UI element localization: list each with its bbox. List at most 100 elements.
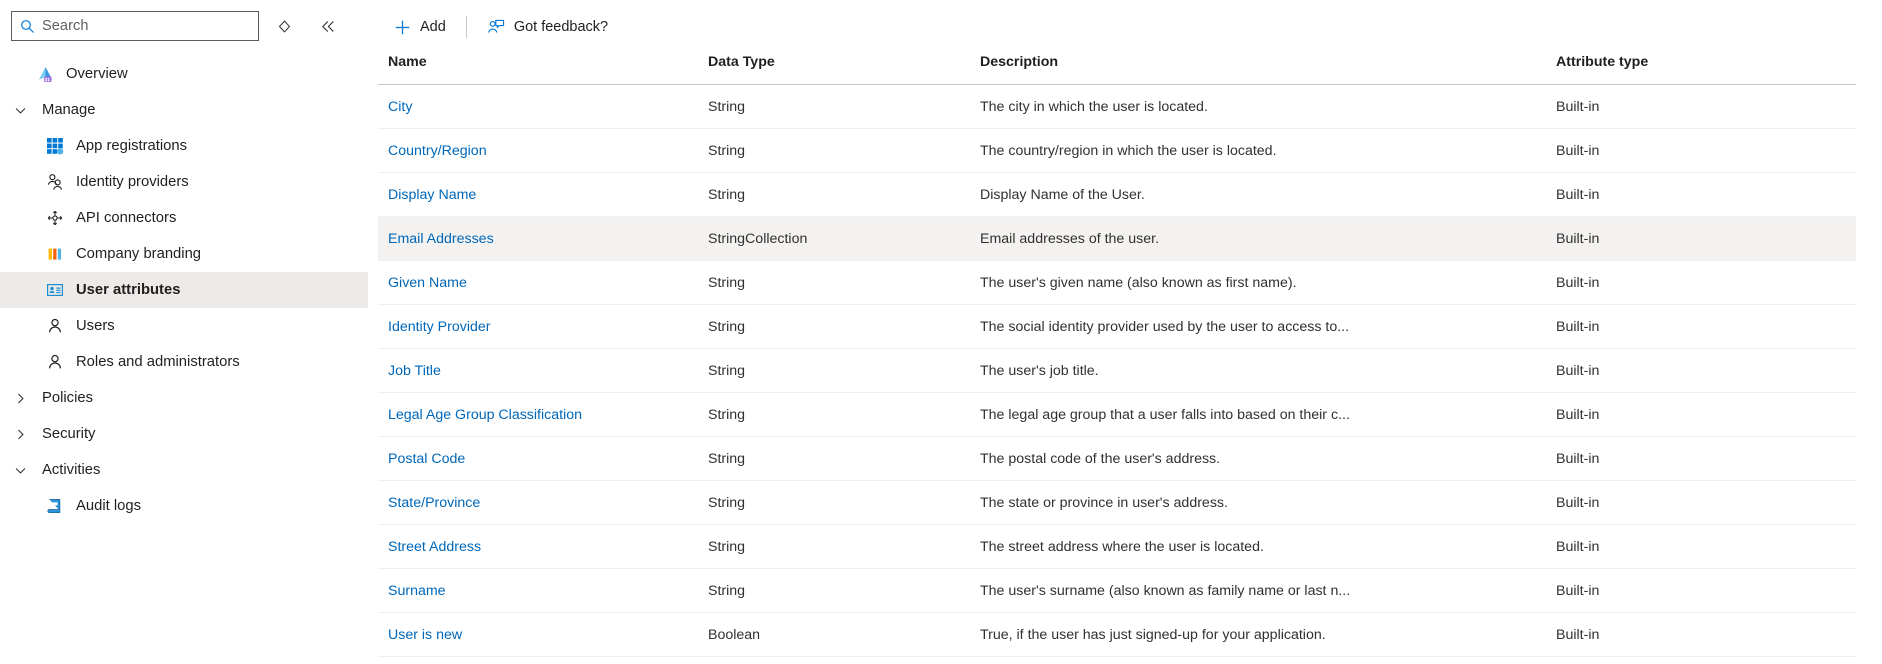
cell-name: Street Address — [378, 525, 708, 569]
attribute-name-link[interactable]: Street Address — [388, 539, 481, 555]
table-row[interactable]: User is new BooleanTrue, if the user has … — [378, 613, 1856, 657]
plus-icon — [394, 19, 411, 36]
sidebar-item-users[interactable]: Users — [0, 308, 368, 344]
column-header-description[interactable]: Description — [980, 54, 1556, 85]
cell-attribute-type: Built-in — [1556, 437, 1856, 481]
cell-data-type: String — [708, 569, 980, 613]
chevron-double-left-icon[interactable] — [313, 11, 343, 41]
cell-description: The city in which the user is located. — [980, 85, 1556, 129]
diamond-outline-icon[interactable] — [269, 11, 299, 41]
command-bar: Add Got feedback? — [368, 0, 1882, 54]
sidebar-item-label: Company branding — [72, 246, 201, 262]
cell-data-type: String — [708, 129, 980, 173]
table-row[interactable]: Legal Age Group ClassificationStringThe … — [378, 393, 1856, 437]
left-navigation-sidebar: Search — [0, 0, 368, 664]
attribute-name-link[interactable]: Job Title — [388, 363, 441, 379]
sidebar-item-audit-logs[interactable]: Audit logs — [0, 488, 368, 524]
attribute-name-link[interactable]: Display Name — [388, 187, 476, 203]
table-row[interactable]: SurnameStringThe user's surname (also kn… — [378, 569, 1856, 613]
attribute-name-link[interactable]: Identity Provider — [388, 319, 491, 335]
sidebar-item-label: Users — [72, 318, 115, 334]
table-row[interactable]: Street AddressStringThe street address w… — [378, 525, 1856, 569]
table-row[interactable]: State/ProvinceStringThe state or provinc… — [378, 481, 1856, 525]
command-bar-divider — [466, 16, 467, 38]
user-attributes-table: Name Data Type Description Attribute typ… — [378, 54, 1856, 657]
cell-name: Country/Region — [378, 129, 708, 173]
cell-description: The postal code of the user's address. — [980, 437, 1556, 481]
table-row[interactable]: Postal CodeStringThe postal code of the … — [378, 437, 1856, 481]
cell-name: Surname — [378, 569, 708, 613]
sidebar-item-label: API connectors — [72, 210, 176, 226]
sidebar-item-label: App registrations — [72, 138, 187, 154]
api-connectors-icon — [46, 209, 72, 227]
cell-description: Display Name of the User. — [980, 173, 1556, 217]
column-header-attribute-type[interactable]: Attribute type — [1556, 54, 1856, 85]
sidebar-item-roles-and-administrators[interactable]: Roles and administrators — [0, 344, 368, 380]
sidebar-group-label: Policies — [36, 390, 93, 406]
table-row[interactable]: Identity ProviderStringThe social identi… — [378, 305, 1856, 349]
azure-ad-b2c-user-attributes-page: Search — [0, 0, 1882, 664]
sidebar-group-activities[interactable]: Activities — [0, 452, 368, 488]
search-input[interactable]: Search — [11, 11, 259, 41]
roles-icon — [46, 353, 72, 371]
attribute-name-link[interactable]: Surname — [388, 583, 446, 599]
column-header-data-type[interactable]: Data Type — [708, 54, 980, 85]
got-feedback-button[interactable]: Got feedback? — [477, 10, 618, 44]
table-row[interactable]: City StringThe city in which the user is … — [378, 85, 1856, 129]
attribute-name-link[interactable]: Country/Region — [388, 143, 487, 159]
table-row[interactable]: Display Name StringDisplay Name of the Us… — [378, 173, 1856, 217]
add-button[interactable]: Add — [384, 10, 456, 44]
sidebar-item-api-connectors[interactable]: API connectors — [0, 200, 368, 236]
cell-description: The country/region in which the user is … — [980, 129, 1556, 173]
cell-data-type: String — [708, 85, 980, 129]
user-attributes-icon — [46, 281, 72, 299]
sidebar-item-user-attributes[interactable]: User attributes — [0, 272, 368, 308]
cell-description: The street address where the user is loc… — [980, 525, 1556, 569]
sidebar-group-label: Security — [36, 426, 95, 442]
table-row[interactable]: Given Name StringThe user's given name (a… — [378, 261, 1856, 305]
sidebar-item-company-branding[interactable]: Company branding — [0, 236, 368, 272]
sidebar-item-label: Identity providers — [72, 174, 189, 190]
attribute-name-link[interactable]: Given Name — [388, 275, 467, 291]
cell-attribute-type: Built-in — [1556, 129, 1856, 173]
sidebar-item-label: Audit logs — [72, 498, 141, 514]
sidebar-group-manage[interactable]: Manage — [0, 92, 368, 128]
cell-attribute-type: Built-in — [1556, 305, 1856, 349]
sidebar-item-overview[interactable]: Overview — [0, 56, 368, 92]
cell-name: Identity Provider — [378, 305, 708, 349]
attribute-name-link[interactable]: State/Province — [388, 495, 480, 511]
cell-data-type: String — [708, 173, 980, 217]
attribute-name-link[interactable]: Postal Code — [388, 451, 465, 467]
attribute-name-link[interactable]: Email Addresses — [388, 231, 494, 247]
cell-description: The user's given name (also known as fir… — [980, 261, 1556, 305]
attributes-table-container: Name Data Type Description Attribute typ… — [368, 54, 1882, 664]
cell-description: The social identity provider used by the… — [980, 305, 1556, 349]
sidebar-group-security[interactable]: Security — [0, 416, 368, 452]
audit-logs-icon — [46, 497, 72, 515]
sidebar-group-policies[interactable]: Policies — [0, 380, 368, 416]
chevron-right-icon — [14, 428, 36, 441]
attribute-name-link[interactable]: User is new — [388, 627, 462, 643]
sidebar-item-identity-providers[interactable]: Identity providers — [0, 164, 368, 200]
cell-data-type: StringCollection — [708, 217, 980, 261]
feedback-person-icon — [487, 19, 505, 36]
sidebar-item-app-registrations[interactable]: App registrations — [0, 128, 368, 164]
cell-attribute-type: Built-in — [1556, 217, 1856, 261]
table-row[interactable]: Email AddressesStringCollectionEmail add… — [378, 217, 1856, 261]
chevron-down-icon — [14, 464, 36, 477]
table-row[interactable]: Job TitleStringThe user's job title.Buil… — [378, 349, 1856, 393]
search-placeholder-text: Search — [42, 18, 89, 34]
main-content-area: Add Got feedback? Name — [368, 0, 1882, 664]
cell-name: User is new — [378, 613, 708, 657]
table-row[interactable]: Country/Region StringThe country/region i… — [378, 129, 1856, 173]
attribute-name-link[interactable]: Legal Age Group Classification — [388, 407, 582, 423]
cell-data-type: Boolean — [708, 613, 980, 657]
cell-description: True, if the user has just signed-up for… — [980, 613, 1556, 657]
cell-name: State/Province — [378, 481, 708, 525]
cell-description: The legal age group that a user falls in… — [980, 393, 1556, 437]
cell-data-type: String — [708, 261, 980, 305]
column-header-name[interactable]: Name — [378, 54, 708, 85]
attribute-name-link[interactable]: City — [388, 99, 412, 115]
sidebar-item-label: Overview — [62, 66, 128, 82]
sidebar-item-label: User attributes — [72, 282, 180, 298]
